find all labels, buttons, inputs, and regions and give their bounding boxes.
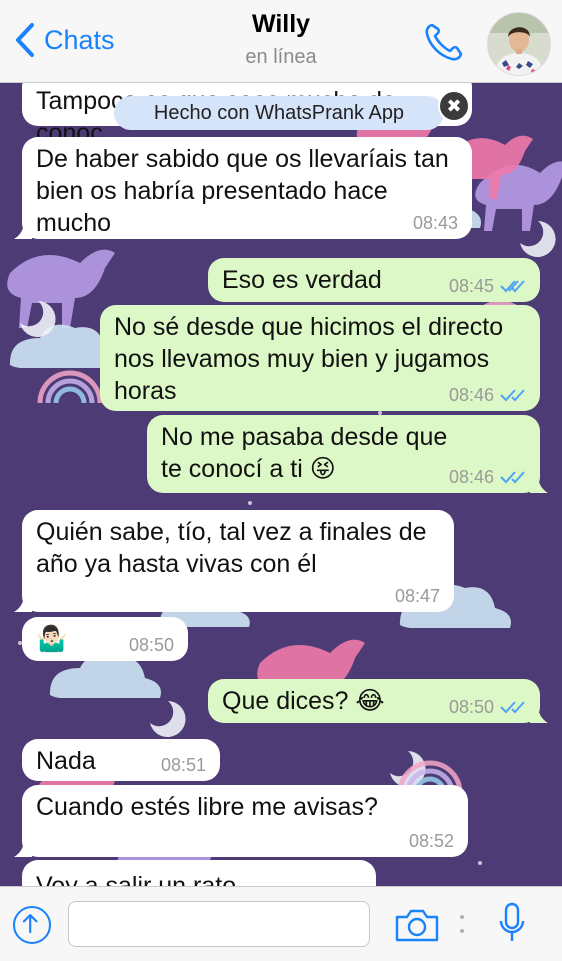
close-icon[interactable]: ✖: [438, 90, 470, 122]
message-time: 08:43: [412, 213, 458, 233]
read-ticks-icon: [500, 280, 525, 293]
bubble-tail: [530, 705, 548, 723]
message-bubble-outgoing[interactable]: Que dices? 😂 08:50: [208, 679, 548, 723]
message-bubble-incoming[interactable]: De haber sabido que os llevaríais tan bi…: [14, 137, 472, 239]
bubble-tail: [530, 475, 548, 493]
message-time: 08:46: [448, 467, 494, 487]
message-text: De haber sabido que os llevaríais tan bi…: [36, 145, 449, 237]
arrow-up-circle-icon[interactable]: [13, 906, 51, 944]
contact-avatar[interactable]: [487, 12, 551, 76]
read-ticks-icon: [500, 471, 525, 484]
bubble-tail: [14, 221, 32, 239]
read-ticks-icon: [500, 389, 525, 402]
message-bubble-incoming[interactable]: 🤷🏻‍♂️ 08:50: [22, 617, 188, 661]
message-bubble-incoming[interactable]: Voy a salir un rato: [22, 860, 376, 886]
bubble-tail: [14, 594, 32, 612]
message-bubble-outgoing[interactable]: No sé desde que hicimos el directo nos l…: [100, 305, 540, 411]
message-time: 08:45: [448, 276, 494, 296]
message-text: No me pasaba desde que te conocí a ti 😝: [161, 423, 448, 483]
message-text: Cuando estés libre me avisas?: [36, 793, 378, 821]
bubble-tail: [14, 839, 32, 857]
microphone-icon[interactable]: [496, 901, 528, 947]
composer-bar: [0, 886, 562, 961]
message-time: 08:50: [128, 635, 174, 655]
message-time: 08:46: [448, 385, 494, 405]
message-bubble-outgoing[interactable]: No me pasaba desde que te conocí a ti 😝 …: [147, 415, 548, 493]
watermark-banner: Hecho con WhatsPrank App: [114, 96, 444, 130]
contact-status: en línea: [245, 46, 317, 68]
read-ticks-icon: [500, 701, 525, 714]
message-time: 08:51: [160, 755, 206, 775]
message-text: Quién sabe, tío, tal vez a finales de añ…: [36, 518, 427, 578]
phone-icon[interactable]: [422, 20, 466, 64]
message-text: Voy a salir un rato: [36, 872, 237, 886]
message-input[interactable]: [68, 901, 370, 947]
message-bubble-outgoing[interactable]: Eso es verdad 08:45: [208, 258, 540, 302]
message-time: 08:50: [448, 697, 494, 717]
message-time: 08:52: [408, 831, 454, 851]
chat-header: Chats Willy en línea: [0, 0, 562, 83]
message-list[interactable]: Tampoco es que seas mucho de conoc Hecho…: [0, 83, 562, 886]
message-time: 08:47: [394, 586, 440, 606]
contact-name[interactable]: Willy: [0, 10, 562, 39]
camera-icon[interactable]: [394, 907, 440, 943]
message-bubble-incoming[interactable]: Quién sabe, tío, tal vez a finales de añ…: [14, 510, 454, 612]
separator-dots: [460, 915, 464, 933]
message-bubble-incoming[interactable]: Cuando estés libre me avisas? 08:52: [14, 785, 468, 857]
message-bubble-incoming[interactable]: Nada 08:51: [22, 739, 220, 781]
